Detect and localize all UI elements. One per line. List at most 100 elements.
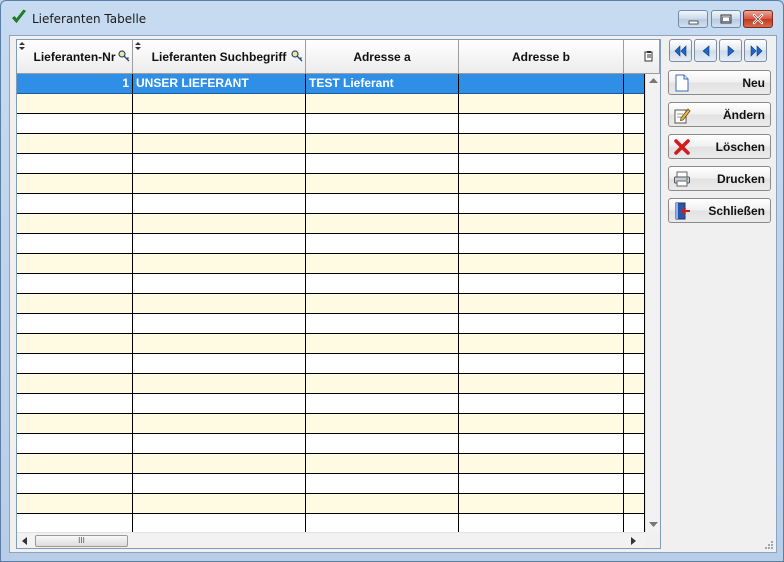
table-cell[interactable] bbox=[133, 214, 306, 234]
table-cell[interactable] bbox=[459, 434, 624, 454]
table-cell[interactable] bbox=[17, 274, 133, 294]
column-chooser-icon[interactable] bbox=[644, 51, 654, 63]
empty-table-row[interactable] bbox=[17, 294, 645, 314]
empty-table-row[interactable] bbox=[17, 114, 645, 134]
table-cell[interactable] bbox=[17, 174, 133, 194]
table-row[interactable]: 1 UNSER LIEFERANT TEST Lieferant bbox=[17, 74, 645, 94]
table-cell[interactable] bbox=[459, 514, 624, 532]
table-cell[interactable] bbox=[133, 274, 306, 294]
table-cell[interactable] bbox=[133, 154, 306, 174]
table-cell[interactable] bbox=[459, 314, 624, 334]
table-cell[interactable] bbox=[17, 234, 133, 254]
empty-table-row[interactable] bbox=[17, 354, 645, 374]
table-cell[interactable] bbox=[133, 254, 306, 274]
empty-table-row[interactable] bbox=[17, 394, 645, 414]
resize-grip-icon[interactable] bbox=[764, 540, 774, 550]
table-cell-filler[interactable] bbox=[624, 494, 645, 514]
column-chooser-header[interactable] bbox=[624, 40, 660, 74]
scroll-down-icon[interactable] bbox=[649, 522, 658, 528]
table-cell-filler[interactable] bbox=[624, 234, 645, 254]
empty-table-row[interactable] bbox=[17, 414, 645, 434]
table-cell[interactable] bbox=[17, 374, 133, 394]
table-cell-filler[interactable] bbox=[624, 294, 645, 314]
last-record-button[interactable] bbox=[744, 39, 767, 62]
table-cell[interactable] bbox=[306, 94, 459, 114]
table-cell[interactable] bbox=[133, 234, 306, 254]
table-cell-filler[interactable] bbox=[624, 374, 645, 394]
table-cell[interactable] bbox=[306, 254, 459, 274]
table-cell-filler[interactable] bbox=[624, 454, 645, 474]
table-cell[interactable] bbox=[306, 114, 459, 134]
table-cell[interactable] bbox=[17, 314, 133, 334]
table-cell[interactable] bbox=[459, 74, 624, 94]
table-cell[interactable] bbox=[17, 394, 133, 414]
table-cell[interactable] bbox=[306, 454, 459, 474]
table-body[interactable]: 1 UNSER LIEFERANT TEST Lieferant bbox=[17, 74, 645, 532]
table-cell[interactable] bbox=[17, 214, 133, 234]
table-cell[interactable] bbox=[306, 354, 459, 374]
table-cell[interactable] bbox=[306, 194, 459, 214]
table-cell[interactable] bbox=[306, 414, 459, 434]
table-cell-filler[interactable] bbox=[624, 74, 645, 94]
table-cell[interactable] bbox=[17, 334, 133, 354]
table-cell-filler[interactable] bbox=[624, 194, 645, 214]
table-cell[interactable] bbox=[133, 494, 306, 514]
empty-table-row[interactable] bbox=[17, 374, 645, 394]
table-cell-filler[interactable] bbox=[624, 514, 645, 532]
table-cell-filler[interactable] bbox=[624, 394, 645, 414]
table-cell[interactable] bbox=[17, 114, 133, 134]
table-cell-filler[interactable] bbox=[624, 174, 645, 194]
table-cell-filler[interactable] bbox=[624, 434, 645, 454]
table-cell[interactable] bbox=[133, 354, 306, 374]
column-header-lieferanten-suchbegriff[interactable]: Lieferanten Suchbegriff bbox=[133, 40, 306, 74]
table-cell[interactable] bbox=[133, 334, 306, 354]
table-cell[interactable] bbox=[459, 194, 624, 214]
table-cell[interactable] bbox=[17, 494, 133, 514]
table-cell[interactable] bbox=[133, 394, 306, 414]
table-cell[interactable] bbox=[306, 174, 459, 194]
table-cell[interactable] bbox=[459, 234, 624, 254]
empty-table-row[interactable] bbox=[17, 494, 645, 514]
table-cell[interactable] bbox=[459, 414, 624, 434]
first-record-button[interactable] bbox=[669, 39, 692, 62]
table-cell[interactable] bbox=[459, 394, 624, 414]
table-cell[interactable] bbox=[459, 354, 624, 374]
empty-table-row[interactable] bbox=[17, 214, 645, 234]
table-cell[interactable] bbox=[17, 134, 133, 154]
table-cell[interactable] bbox=[17, 474, 133, 494]
table-cell[interactable] bbox=[459, 154, 624, 174]
search-key-icon[interactable] bbox=[291, 50, 303, 62]
table-cell[interactable] bbox=[17, 94, 133, 114]
close-button[interactable]: Schließen bbox=[668, 198, 771, 223]
table-cell[interactable] bbox=[133, 294, 306, 314]
table-cell[interactable] bbox=[17, 254, 133, 274]
table-cell-filler[interactable] bbox=[624, 94, 645, 114]
table-cell[interactable] bbox=[459, 294, 624, 314]
table-cell[interactable] bbox=[306, 154, 459, 174]
table-cell-filler[interactable] bbox=[624, 214, 645, 234]
new-button[interactable]: Neu bbox=[668, 70, 771, 95]
table-cell[interactable] bbox=[459, 94, 624, 114]
table-cell[interactable] bbox=[17, 514, 133, 532]
previous-record-button[interactable] bbox=[694, 39, 717, 62]
empty-table-row[interactable] bbox=[17, 194, 645, 214]
table-cell[interactable] bbox=[459, 174, 624, 194]
scroll-right-icon[interactable] bbox=[631, 537, 637, 545]
table-cell[interactable] bbox=[133, 174, 306, 194]
table-cell-filler[interactable] bbox=[624, 154, 645, 174]
table-cell[interactable] bbox=[17, 294, 133, 314]
table-cell[interactable] bbox=[17, 434, 133, 454]
sort-arrows-icon[interactable] bbox=[135, 42, 141, 50]
table-cell[interactable] bbox=[459, 474, 624, 494]
table-cell[interactable] bbox=[306, 434, 459, 454]
search-key-icon[interactable] bbox=[118, 50, 130, 62]
table-cell[interactable] bbox=[306, 274, 459, 294]
table-cell[interactable] bbox=[133, 434, 306, 454]
table-cell-filler[interactable] bbox=[624, 134, 645, 154]
table-cell[interactable] bbox=[459, 254, 624, 274]
table-cell[interactable] bbox=[133, 414, 306, 434]
table-cell[interactable] bbox=[306, 134, 459, 154]
table-cell[interactable] bbox=[306, 314, 459, 334]
table-cell-filler[interactable] bbox=[624, 474, 645, 494]
table-cell[interactable] bbox=[133, 314, 306, 334]
